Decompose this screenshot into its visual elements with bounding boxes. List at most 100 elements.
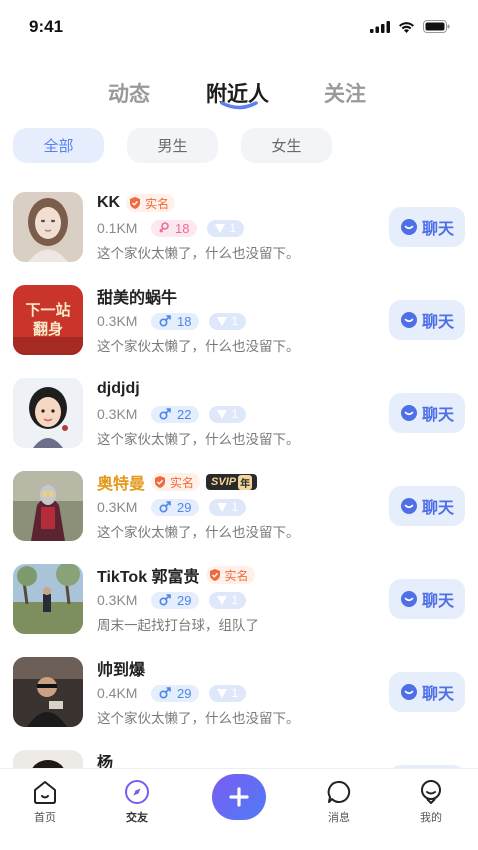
male-icon xyxy=(159,687,171,699)
distance: 0.3KM xyxy=(97,592,138,608)
diamond-icon xyxy=(217,316,228,326)
chat-icon xyxy=(400,591,417,607)
gender-age-badge: 29 xyxy=(151,591,200,609)
chat-label: 聊天 xyxy=(421,593,454,610)
user-name: TikTok 郭富贵 xyxy=(97,569,200,586)
tab-following[interactable]: 关注 xyxy=(324,78,366,108)
age: 18 xyxy=(175,220,190,236)
gender-filter-group: 全部 男生 女生 xyxy=(13,128,332,163)
user-bio: 这个家伙太懒了，什么也没留下。 xyxy=(97,339,300,354)
user-name: 甜美的蜗牛 xyxy=(97,290,178,307)
shield-check-icon xyxy=(209,569,220,581)
filter-female[interactable]: 女生 xyxy=(241,128,332,163)
distance: 0.3KM xyxy=(97,313,138,329)
chat-button[interactable]: 聊天 xyxy=(389,207,465,247)
diamond-icon xyxy=(217,502,228,512)
profile-icon xyxy=(421,780,441,804)
user-name: KK xyxy=(97,194,121,211)
level: 1 xyxy=(231,686,239,700)
user-name: 奥特曼 xyxy=(97,476,146,493)
user-name: djdjdj xyxy=(97,380,140,397)
level: 1 xyxy=(231,593,239,607)
avatar[interactable] xyxy=(13,471,83,541)
battery-icon xyxy=(423,20,450,33)
avatar[interactable] xyxy=(13,192,83,262)
nav-messages[interactable]: 消息 xyxy=(309,779,369,825)
compass-icon xyxy=(125,780,149,804)
filter-all[interactable]: 全部 xyxy=(13,128,104,163)
user-bio: 这个家伙太懒了，什么也没留下。 xyxy=(97,432,300,447)
diamond-icon xyxy=(215,223,226,233)
age: 29 xyxy=(177,685,192,701)
chat-label: 聊天 xyxy=(421,686,454,703)
user-row[interactable]: TikTok 郭富贵 实名 0.3KM 29 1 周末一起找打台球，组队了 聊天 xyxy=(0,552,478,645)
user-row[interactable]: KK 实名 0.1KM 18 1 这个家伙太懒了，什么也没留下。 聊天 xyxy=(0,180,478,273)
distance: 0.1KM xyxy=(97,220,138,236)
avatar[interactable] xyxy=(13,564,83,634)
chat-label: 聊天 xyxy=(421,407,454,424)
status-icons xyxy=(370,20,450,33)
nav-profile[interactable]: 我的 xyxy=(401,779,461,825)
chat-label: 聊天 xyxy=(421,500,454,517)
level-badge: 1 xyxy=(209,312,247,330)
nav-friends[interactable]: 交友 xyxy=(107,779,167,825)
nav-home-label: 首页 xyxy=(34,812,56,824)
age: 29 xyxy=(177,592,192,608)
user-row[interactable]: 帅到爆 0.4KM 29 1 这个家伙太懒了，什么也没留下。 聊天 xyxy=(0,645,478,738)
message-icon xyxy=(327,780,351,803)
nearby-user-list: KK 实名 0.1KM 18 1 这个家伙太懒了，什么也没留下。 聊天 下一站 … xyxy=(0,180,478,768)
user-name: 杨 xyxy=(97,755,114,768)
status-time: 9:41 xyxy=(29,17,64,36)
user-row[interactable]: 杨 xyxy=(0,738,478,768)
avatar-text-line-2: 翻身 xyxy=(33,320,63,338)
filter-male[interactable]: 男生 xyxy=(127,128,218,163)
chat-icon xyxy=(400,312,417,328)
male-icon xyxy=(159,501,171,513)
gender-age-badge: 18 xyxy=(151,312,200,330)
user-bio: 这个家伙太懒了，什么也没留下。 xyxy=(97,711,300,726)
age: 29 xyxy=(177,499,192,515)
age: 22 xyxy=(177,406,192,422)
shield-check-icon xyxy=(130,197,141,209)
distance: 0.3KM xyxy=(97,499,138,515)
gender-age-badge: 18 xyxy=(151,219,198,237)
distance: 0.3KM xyxy=(97,406,138,422)
avatar[interactable]: 下一站 翻身 xyxy=(13,285,83,355)
nav-home[interactable]: 首页 xyxy=(15,779,75,825)
nav-profile-label: 我的 xyxy=(420,812,442,824)
user-row[interactable]: 奥特曼 实名 SVIP 年 0.3KM 29 1 这个家伙太懒了，什么也没留下。 xyxy=(0,459,478,552)
verified-badge: 实名 xyxy=(126,194,176,212)
status-bar: 9:41 xyxy=(0,0,478,56)
level-badge: 1 xyxy=(209,591,247,609)
avatar[interactable] xyxy=(13,378,83,448)
female-icon xyxy=(159,222,169,233)
avatar[interactable] xyxy=(13,657,83,727)
level: 1 xyxy=(231,500,239,514)
verified-badge: 实名 xyxy=(151,473,201,491)
diamond-icon xyxy=(217,409,228,419)
cellular-signal-icon xyxy=(370,20,390,33)
chat-button[interactable]: 聊天 xyxy=(389,486,465,526)
avatar[interactable] xyxy=(13,750,83,768)
chat-button[interactable]: 聊天 xyxy=(389,393,465,433)
tab-moments[interactable]: 动态 xyxy=(108,78,150,108)
user-row[interactable]: 下一站 翻身 甜美的蜗牛 0.3KM 18 1 这个家伙太懒了，什么也没留下。 … xyxy=(0,273,478,366)
chat-button[interactable]: 聊天 xyxy=(389,579,465,619)
level-badge: 1 xyxy=(209,498,247,516)
chat-button[interactable]: 聊天 xyxy=(389,672,465,712)
user-bio: 这个家伙太懒了，什么也没留下。 xyxy=(97,525,300,540)
gender-age-badge: 22 xyxy=(151,405,200,423)
level: 1 xyxy=(229,221,237,235)
level: 1 xyxy=(231,314,239,328)
diamond-icon xyxy=(217,688,228,698)
svip-label: SVIP xyxy=(211,476,237,488)
verified-label: 实名 xyxy=(145,196,170,211)
chat-icon xyxy=(400,498,417,514)
chat-button[interactable]: 聊天 xyxy=(389,300,465,340)
create-post-button[interactable] xyxy=(212,774,266,820)
user-row[interactable]: djdjdj 0.3KM 22 1 这个家伙太懒了，什么也没留下。 聊天 xyxy=(0,366,478,459)
age: 18 xyxy=(177,313,192,329)
level-badge: 1 xyxy=(207,219,245,237)
male-icon xyxy=(159,408,171,420)
user-name: 帅到爆 xyxy=(97,662,146,679)
